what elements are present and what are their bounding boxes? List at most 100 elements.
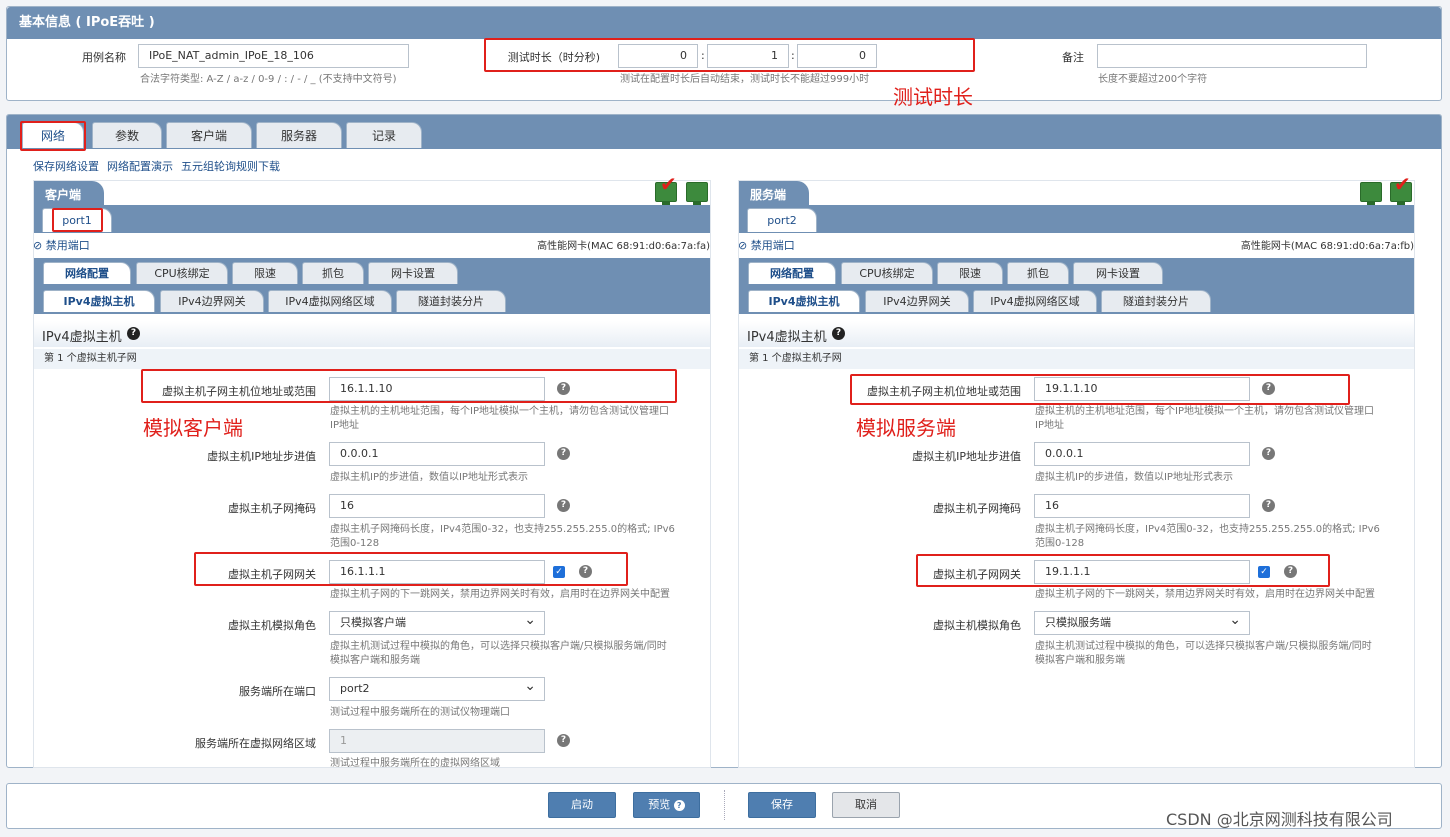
server-disable-port-link[interactable]: ⊘ 禁用端口	[738, 237, 795, 253]
server-subnet-title: 第 1 个虚拟主机子网	[739, 349, 1414, 369]
tab-server[interactable]: 服务器	[256, 122, 342, 148]
case-name-input[interactable]: IPoE_NAT_admin_IPoE_18_106	[138, 44, 409, 68]
server-port-bar	[739, 205, 1414, 233]
server-ip-range-hint-1: 虚拟主机的主机地址范围，每个IP地址模拟一个主机，请勿包含测试仪管理口	[1035, 406, 1374, 417]
server-mask-hint-1: 虚拟主机子网掩码长度，IPv4范围0-32，也支持255.255.255.0的格…	[1035, 524, 1380, 535]
basic-info-title: 基本信息 ( IPoE吞吐 )	[7, 7, 1441, 39]
client-mask-help-icon[interactable]: ?	[557, 499, 570, 512]
server-mask-label: 虚拟主机子网掩码	[933, 502, 1021, 515]
client-subtab-network[interactable]: 网络配置	[43, 262, 131, 284]
network-demo-link[interactable]: 网络配置演示	[107, 158, 173, 174]
client-section-title: IPv4虚拟主机	[42, 330, 122, 345]
client-ipv4tab-host[interactable]: IPv4虚拟主机	[43, 290, 155, 312]
client-server-port-label: 服务端所在端口	[239, 685, 316, 698]
server-port-tab[interactable]: port2	[747, 208, 817, 232]
server-mask-help-icon[interactable]: ?	[1262, 499, 1275, 512]
server-nic-icon[interactable]	[1360, 182, 1382, 205]
server-role-select[interactable]: 只模拟服务端	[1034, 609, 1250, 635]
server-subtab-ratelimit[interactable]: 限速	[937, 262, 1003, 284]
client-check-icon: ✔	[660, 172, 677, 196]
tab-client[interactable]: 客户端	[166, 122, 252, 148]
preview-label: 预览	[648, 798, 671, 811]
client-subnet-title: 第 1 个虚拟主机子网	[34, 349, 710, 369]
client-mask-label: 虚拟主机子网掩码	[228, 502, 316, 515]
client-subtab-ratelimit[interactable]: 限速	[232, 262, 298, 284]
server-subtab-network[interactable]: 网络配置	[748, 262, 836, 284]
server-nic-info: 高性能网卡(MAC 68:91:d0:6a:7a:fb)	[1240, 241, 1414, 252]
server-step-label: 虚拟主机IP地址步进值	[912, 450, 1021, 463]
client-subtab-capture[interactable]: 抓包	[302, 262, 364, 284]
remark-hint: 长度不要超过200个字符	[1098, 74, 1208, 85]
server-role-label: 虚拟主机模拟角色	[933, 619, 1021, 632]
server-gw-hint: 虚拟主机子网的下一跳网关，禁用边界网关时有效，启用时在边界网关中配置	[1035, 589, 1375, 600]
server-ipv4tab-host[interactable]: IPv4虚拟主机	[748, 290, 860, 312]
client-server-zone-input: 1	[329, 729, 545, 753]
preview-help-icon: ?	[673, 800, 685, 811]
server-step-input[interactable]: 0.0.0.1	[1034, 442, 1250, 466]
footer-divider	[724, 790, 725, 820]
client-gw-highlight	[194, 552, 628, 586]
client-nic-info: 高性能网卡(MAC 68:91:d0:6a:7a:fa)	[537, 241, 710, 252]
server-subtab-cpu[interactable]: CPU核绑定	[841, 262, 933, 284]
remark-input[interactable]	[1097, 44, 1367, 68]
tab-params[interactable]: 参数	[92, 122, 162, 148]
server-ipv4tab-zone[interactable]: IPv4虚拟网络区域	[973, 290, 1097, 312]
server-subtab-capture[interactable]: 抓包	[1007, 262, 1069, 284]
client-step-help-icon[interactable]: ?	[557, 447, 570, 460]
server-ipv4tab-tunnel[interactable]: 隧道封装分片	[1101, 290, 1211, 312]
csdn-watermark: CSDN @北京网测科技有限公司	[1166, 810, 1393, 829]
server-header-label: 服务端	[750, 188, 787, 202]
client-subtab-cpu[interactable]: CPU核绑定	[136, 262, 228, 284]
tab-records[interactable]: 记录	[346, 122, 422, 148]
client-role-hint-2: 模拟客户端和服务端	[330, 655, 420, 666]
server-step-hint: 虚拟主机IP的步进值，数值以IP地址形式表示	[1035, 472, 1233, 483]
client-header-bar	[34, 181, 710, 205]
client-subtab-nic[interactable]: 网卡设置	[368, 262, 458, 284]
client-server-port-hint: 测试过程中服务端所在的测试仪物理端口	[330, 707, 510, 718]
server-ipv4tab-gateway[interactable]: IPv4边界网关	[865, 290, 969, 312]
server-ip-range-hint-2: IP地址	[1035, 420, 1064, 431]
client-annotation: 模拟客户端	[143, 416, 243, 440]
client-ip-range-hint-1: 虚拟主机的主机地址范围，每个IP地址模拟一个主机，请勿包含测试仪管理口	[330, 406, 669, 417]
preview-button[interactable]: 预览 ?	[633, 792, 700, 818]
server-mask-input[interactable]: 16	[1034, 494, 1250, 518]
client-mask-hint-1: 虚拟主机子网掩码长度，IPv4范围0-32，也支持255.255.255.0的格…	[330, 524, 675, 535]
server-step-help-icon[interactable]: ?	[1262, 447, 1275, 460]
client-ipv4tab-gateway[interactable]: IPv4边界网关	[160, 290, 264, 312]
client-step-label: 虚拟主机IP地址步进值	[207, 450, 316, 463]
server-section-help-icon[interactable]: ?	[832, 327, 845, 340]
client-port-bar	[34, 205, 710, 233]
server-subtab-nic[interactable]: 网卡设置	[1073, 262, 1163, 284]
client-disable-port-link[interactable]: ⊘ 禁用端口	[33, 237, 90, 253]
client-step-input[interactable]: 0.0.0.1	[329, 442, 545, 466]
client-ipv4tab-zone[interactable]: IPv4虚拟网络区域	[268, 290, 392, 312]
start-button[interactable]: 启动	[548, 792, 616, 818]
client-server-port-select[interactable]: port2	[329, 675, 545, 701]
client-nic-icon-2[interactable]	[686, 182, 708, 205]
cancel-button[interactable]: 取消	[832, 792, 900, 818]
client-section-help-icon[interactable]: ?	[127, 327, 140, 340]
client-disable-port-text: 禁用端口	[45, 239, 90, 252]
duration-annotation: 测试时长	[893, 85, 973, 109]
tuple-rule-download-link[interactable]: 五元组轮询规则下载	[181, 158, 280, 174]
client-ipv4tab-tunnel[interactable]: 隧道封装分片	[396, 290, 506, 312]
duration-highlight-box	[484, 38, 975, 72]
client-mask-input[interactable]: 16	[329, 494, 545, 518]
server-check-icon: ✔	[1394, 172, 1411, 196]
client-header-label: 客户端	[45, 188, 82, 202]
client-role-label: 虚拟主机模拟角色	[228, 619, 316, 632]
client-gw-hint: 虚拟主机子网的下一跳网关，禁用边界网关时有效，启用时在边界网关中配置	[330, 589, 670, 600]
server-annotation: 模拟服务端	[856, 416, 956, 440]
duration-hint: 测试在配置时长后自动结束，测试时长不能超过999小时	[620, 74, 870, 85]
client-role-select[interactable]: 只模拟客户端	[329, 609, 545, 635]
client-port-highlight	[52, 208, 103, 232]
client-server-zone-hint: 测试过程中服务端所在的虚拟网络区域	[330, 758, 500, 767]
save-network-link[interactable]: 保存网络设置	[33, 158, 99, 174]
network-tab-highlight	[20, 121, 86, 151]
client-server-zone-help-icon[interactable]: ?	[557, 734, 570, 747]
case-name-label: 用例名称	[82, 51, 126, 64]
save-button[interactable]: 保存	[748, 792, 816, 818]
server-role-hint-1: 虚拟主机测试过程中模拟的角色，可以选择只模拟客户端/只模拟服务端/同时	[1035, 641, 1372, 652]
client-step-hint: 虚拟主机IP的步进值，数值以IP地址形式表示	[330, 472, 528, 483]
remark-label: 备注	[1062, 51, 1084, 64]
